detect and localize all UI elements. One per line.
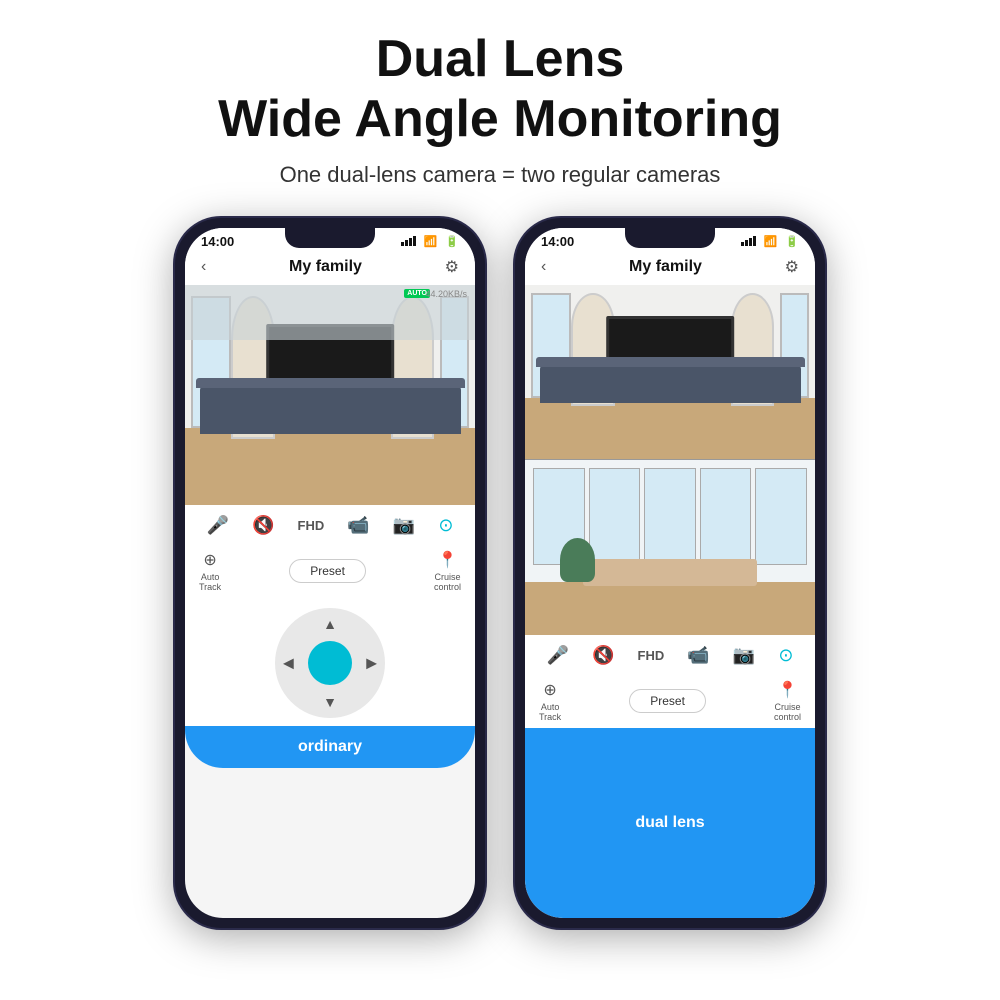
dining-floor	[525, 582, 815, 635]
page-header: Dual Lens Wide Angle Monitoring One dual…	[218, 0, 782, 198]
phones-container: 14:00 📶 🔋 ‹ My family ⚙	[175, 218, 825, 928]
auto-track-label-dual: AutoTrack	[539, 702, 561, 722]
room-scene-top	[525, 285, 815, 459]
record-button[interactable]: 📹	[347, 515, 369, 536]
phone-dual: 14:00 📶 🔋 ‹ My family ⚙	[515, 218, 825, 928]
ptz-dial[interactable]: ▲ ▼ ◀ ▶	[275, 608, 385, 718]
cruise-control-item-dual[interactable]: 📍 Cruisecontrol	[774, 680, 801, 722]
dining-win-2	[589, 468, 641, 564]
room-floor	[185, 428, 475, 505]
dual-camera-container	[525, 285, 815, 635]
camera-view-dual	[525, 285, 815, 635]
settings-ctrl-button-dual[interactable]: ⊙	[778, 645, 793, 666]
settings-button-dual[interactable]: ⚙	[785, 257, 799, 277]
speed-ordinary: 44.20KB/s	[425, 289, 467, 299]
cruise-label-dual: Cruisecontrol	[774, 702, 801, 722]
cruise-icon-dual: 📍	[778, 680, 798, 700]
room-floor-top	[525, 398, 815, 459]
auto-track-icon: ⊕	[203, 550, 216, 570]
capture-button[interactable]: 📷	[393, 515, 415, 536]
ptz-down[interactable]: ▼	[323, 694, 337, 710]
cruise-control-item[interactable]: 📍 Cruisecontrol	[434, 550, 461, 592]
dining-win-5	[755, 468, 807, 564]
ptz-left[interactable]: ◀	[283, 654, 294, 671]
mute-button[interactable]: 🔇	[252, 515, 274, 536]
nav-title-ordinary: My family	[289, 258, 362, 276]
dining-plant	[560, 538, 595, 582]
preset-button[interactable]: Preset	[289, 559, 366, 583]
notch-ordinary	[285, 228, 375, 248]
auto-track-icon-dual: ⊕	[543, 680, 556, 700]
settings-button-ordinary[interactable]: ⚙	[445, 257, 459, 277]
ptz-section: ▲ ▼ ◀ ▶	[185, 598, 475, 726]
phone-inner-ordinary: 14:00 📶 🔋 ‹ My family ⚙	[185, 228, 475, 918]
controls-icons-dual: 🎤 🔇 FHD 📹 📷 ⊙	[525, 645, 815, 666]
controls-bar-ordinary: 🎤 🔇 FHD 📹 📷 ⊙	[185, 505, 475, 542]
fhd-button-dual[interactable]: FHD	[638, 648, 665, 663]
record-button-dual[interactable]: 📹	[687, 645, 709, 666]
phone-icons-dual: 📶 🔋	[741, 235, 799, 248]
mic-button-dual[interactable]: 🎤	[547, 645, 569, 666]
mic-button[interactable]: 🎤	[207, 515, 229, 536]
action-row-dual: ⊕ AutoTrack Preset 📍 Cruisecontrol	[525, 672, 815, 728]
signal-icon-dual	[741, 236, 756, 246]
camera-single: AUTO 44.20KB/s	[185, 285, 475, 505]
wifi-icon-dual: 📶	[764, 235, 778, 248]
wifi-icon: 📶	[424, 235, 438, 248]
cruise-label: Cruisecontrol	[434, 572, 461, 592]
phone-ordinary: 14:00 📶 🔋 ‹ My family ⚙	[175, 218, 485, 928]
settings-ctrl-button[interactable]: ⊙	[438, 515, 453, 536]
nav-bar-dual: ‹ My family ⚙	[525, 251, 815, 285]
phone-icons-ordinary: 📶 🔋	[401, 235, 459, 248]
room-sofa-top	[540, 365, 801, 403]
back-button-ordinary[interactable]: ‹	[201, 258, 206, 276]
nav-bar-ordinary: ‹ My family ⚙	[185, 251, 475, 285]
dining-win-3	[644, 468, 696, 564]
battery-icon: 🔋	[445, 235, 459, 248]
page-title: Dual Lens Wide Angle Monitoring	[218, 30, 782, 150]
notch-dual	[625, 228, 715, 248]
back-button-dual[interactable]: ‹	[541, 258, 546, 276]
battery-icon-dual: 🔋	[785, 235, 799, 248]
auto-track-item[interactable]: ⊕ AutoTrack	[199, 550, 221, 592]
preset-button-dual[interactable]: Preset	[629, 689, 706, 713]
camera-view-ordinary: AUTO 44.20KB/s	[185, 285, 475, 505]
room-sofa	[200, 386, 461, 434]
ptz-center[interactable]	[308, 641, 352, 685]
time-ordinary: 14:00	[201, 234, 234, 249]
fhd-button[interactable]: FHD	[298, 518, 325, 533]
camera-top	[525, 285, 815, 460]
mute-button-dual[interactable]: 🔇	[592, 645, 614, 666]
capture-button-dual[interactable]: 📷	[733, 645, 755, 666]
time-dual: 14:00	[541, 234, 574, 249]
controls-bar-dual: 🎤 🔇 FHD 📹 📷 ⊙	[525, 635, 815, 672]
bottom-label-ordinary: ordinary	[185, 726, 475, 768]
action-row-ordinary: ⊕ AutoTrack Preset 📍 Cruisecontrol	[185, 542, 475, 598]
cruise-icon: 📍	[438, 550, 458, 570]
auto-track-item-dual[interactable]: ⊕ AutoTrack	[539, 680, 561, 722]
controls-icons-ordinary: 🎤 🔇 FHD 📹 📷 ⊙	[185, 515, 475, 536]
bottom-label-dual: dual lens	[525, 728, 815, 918]
auto-track-label: AutoTrack	[199, 572, 221, 592]
nav-title-dual: My family	[629, 258, 702, 276]
signal-icon	[401, 236, 416, 246]
dining-scene	[525, 460, 815, 635]
ptz-right[interactable]: ▶	[366, 654, 377, 671]
phone-inner-dual: 14:00 📶 🔋 ‹ My family ⚙	[525, 228, 815, 918]
page-subtitle: One dual-lens camera = two regular camer…	[218, 162, 782, 188]
ptz-up[interactable]: ▲	[323, 616, 337, 632]
camera-bottom	[525, 460, 815, 635]
dining-table	[583, 559, 757, 585]
dining-win-4	[700, 468, 752, 564]
